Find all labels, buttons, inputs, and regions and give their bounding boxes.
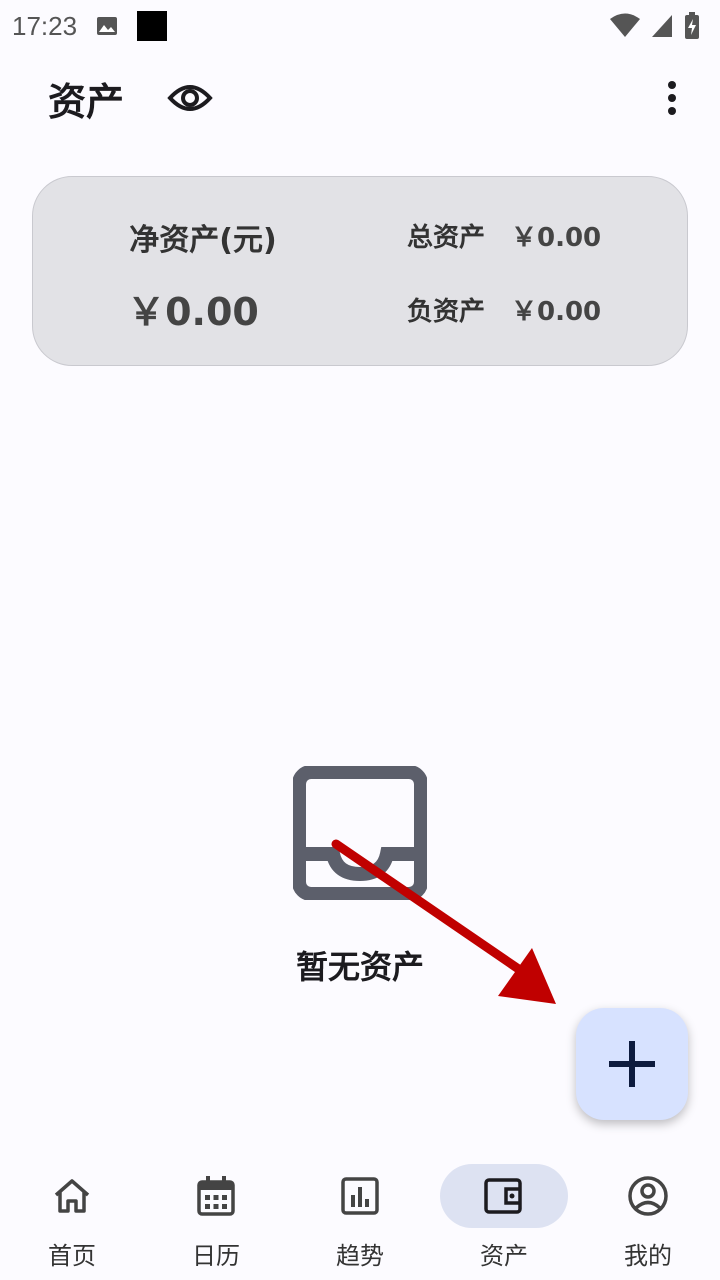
image-icon	[97, 17, 118, 35]
toggle-visibility-button[interactable]	[164, 72, 216, 124]
nav-item-calendar[interactable]: 日历	[144, 1148, 288, 1280]
nav-label: 首页	[48, 1242, 96, 1270]
nav-label: 日历	[192, 1242, 240, 1270]
nav-item-me[interactable]: 我的	[576, 1148, 720, 1280]
more-options-button[interactable]	[648, 68, 696, 128]
empty-state: 暂无资产	[0, 766, 720, 988]
total-assets-value: ￥0.00	[511, 223, 602, 253]
nav-item-assets[interactable]: 资产	[432, 1148, 576, 1280]
nav-label: 我的	[624, 1242, 672, 1270]
home-icon	[54, 1179, 90, 1213]
battery-charging-icon	[685, 12, 699, 39]
asset-summary-card: 净资产(元) ￥0.00 总资产 ￥0.00 负资产 ￥0.00	[32, 176, 688, 366]
app-bar: 资产	[0, 60, 720, 136]
liabilities-label: 负资产	[407, 297, 486, 327]
page-title: 资产	[48, 79, 125, 124]
plus-icon	[609, 1041, 655, 1087]
black-square-icon	[137, 11, 168, 41]
signal-icon	[652, 15, 672, 37]
wallet-icon	[484, 1178, 522, 1214]
nav-item-trends[interactable]: 趋势	[288, 1148, 432, 1280]
status-time: 17:23	[12, 10, 78, 41]
total-assets-label: 总资产	[407, 223, 486, 253]
chart-icon	[341, 1177, 379, 1215]
add-asset-button[interactable]	[576, 1008, 688, 1120]
nav-label: 趋势	[336, 1242, 384, 1270]
net-assets-label: 净资产(元)	[129, 223, 277, 258]
nav-label: 资产	[480, 1242, 528, 1270]
more-vert-icon	[668, 81, 676, 115]
bottom-navigation: 首页 日历 趋势 资产 我的	[0, 1148, 720, 1280]
inbox-icon	[293, 766, 427, 900]
net-assets-value: ￥0.00	[127, 290, 259, 334]
wifi-icon	[610, 13, 640, 37]
eye-icon	[167, 85, 213, 111]
empty-state-text: 暂无资产	[295, 948, 424, 986]
status-bar: 17:23	[0, 0, 720, 52]
nav-item-home[interactable]: 首页	[0, 1148, 144, 1280]
liabilities-row: 负资产 ￥0.00	[407, 291, 601, 328]
calendar-icon	[197, 1176, 235, 1216]
account-circle-icon	[628, 1176, 668, 1216]
total-assets-row: 总资产 ￥0.00	[407, 217, 601, 254]
liabilities-value: ￥0.00	[511, 297, 602, 327]
